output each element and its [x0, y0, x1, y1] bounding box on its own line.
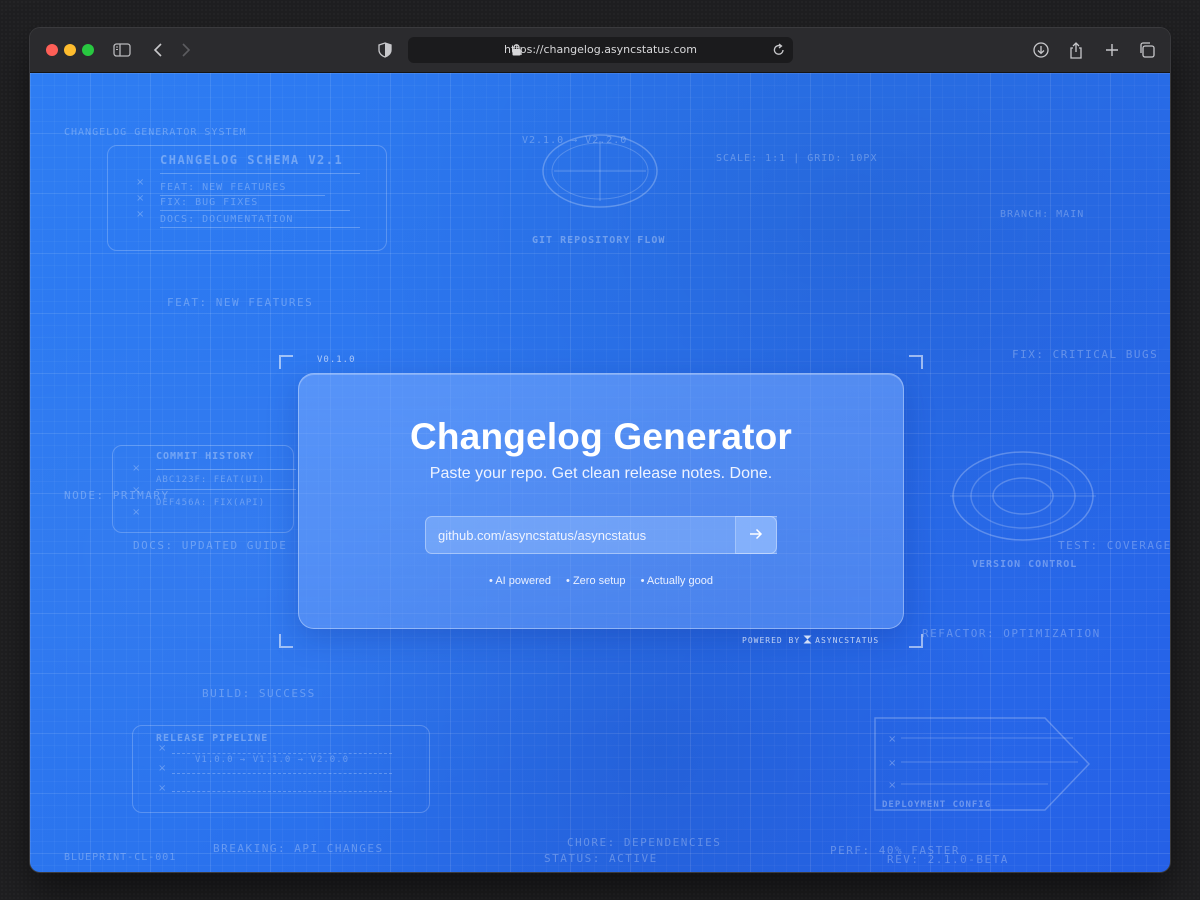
schema-line-3: docs: Documentation	[160, 214, 294, 225]
schema-line-1: feat: New Features	[160, 182, 287, 193]
release-pipeline-title: Release Pipeline	[156, 733, 269, 744]
build-label: build: Success	[202, 687, 316, 700]
back-icon[interactable]	[146, 38, 170, 62]
feature-item: • AI powered	[489, 575, 551, 587]
deployment-config-diagram: × × ×	[874, 717, 1091, 811]
commit-history-title: Commit History	[156, 451, 255, 462]
feature-item: • Actually good	[640, 575, 713, 587]
tab-overview-icon[interactable]	[1135, 38, 1159, 62]
fix-critical-label: fix: Critical Bugs	[1012, 348, 1159, 361]
page-title: Changelog Generator	[409, 416, 793, 457]
test-coverage-label: test: Coverage	[1058, 539, 1170, 552]
url-text: https://changelog.asyncstatus.com	[504, 43, 697, 56]
pipeline-flow: v1.0.0 → v1.1.0 → v2.0.0	[195, 755, 350, 765]
status-label: Status: Active	[544, 852, 658, 865]
address-bar[interactable]: https://changelog.asyncstatus.com	[408, 37, 793, 63]
deployment-config-label: Deployment Config	[882, 800, 992, 810]
repo-url-input[interactable]	[425, 516, 777, 554]
page-subtitle: Paste your repo. Get clean release notes…	[429, 465, 773, 482]
version-tag: V0.1.0	[317, 355, 356, 365]
powered-by-link[interactable]: POWERED BY ASYNCSTATUS	[742, 635, 879, 646]
browser-toolbar: https://changelog.asyncstatus.com	[30, 28, 1170, 73]
chore-label: chore: Dependencies	[567, 836, 722, 849]
corner-bracket-tl	[279, 355, 293, 369]
schema-line-2: fix: Bug Fixes	[160, 197, 259, 208]
feat-label: feat: New Features	[167, 296, 314, 309]
commit-1: abc123f: feat(ui)	[156, 475, 266, 485]
corner-bracket-tr	[909, 355, 923, 369]
schema-title: Changelog Schema v2.1	[160, 153, 344, 167]
branch-label: Branch: main	[1000, 209, 1085, 220]
sidebar-toggle-icon[interactable]	[110, 38, 134, 62]
minimize-window-button[interactable]	[64, 44, 76, 56]
commit-2: def456a: fix(api)	[156, 498, 266, 508]
share-icon[interactable]	[1064, 38, 1088, 62]
forward-icon[interactable]	[174, 38, 198, 62]
brand-name: ASYNCSTATUS	[815, 636, 880, 645]
asyncstatus-logo-icon	[803, 635, 812, 646]
refactor-label: refactor: Optimization	[922, 627, 1101, 640]
docs-updated-label: docs: Updated Guide	[133, 539, 288, 552]
downloads-icon[interactable]	[1029, 38, 1053, 62]
generate-button[interactable]	[735, 516, 777, 554]
corner-bracket-br	[909, 634, 923, 648]
blueprint-id: Blueprint-CL-001	[64, 852, 177, 863]
corner-bracket-bl	[279, 634, 293, 648]
blueprint-system-label: Changelog Generator System	[64, 127, 247, 138]
version-control-diagram	[950, 451, 1096, 541]
feature-list: • AI powered • Zero setup • Actually goo…	[299, 575, 903, 587]
privacy-shield-icon[interactable]	[373, 38, 397, 62]
close-window-button[interactable]	[46, 44, 58, 56]
breaking-label: Breaking: API Changes	[213, 842, 384, 855]
generator-card: Changelog Generator Paste your repo. Get…	[298, 373, 904, 629]
rev-label: Rev: 2.1.0-beta	[887, 853, 1009, 866]
browser-window: https://changelog.asyncstatus.com Change…	[30, 28, 1170, 872]
feature-item: • Zero setup	[566, 575, 626, 587]
svg-text:×: ×	[888, 758, 896, 769]
node-primary-label: Node: Primary	[64, 489, 170, 502]
powered-by-text: POWERED BY	[742, 636, 801, 645]
arrow-right-icon	[749, 528, 763, 543]
zoom-window-button[interactable]	[82, 44, 94, 56]
reload-icon[interactable]	[773, 43, 785, 61]
new-tab-icon[interactable]	[1100, 38, 1124, 62]
page-viewport: Changelog Generator System Changelog Sch…	[30, 73, 1170, 872]
git-flow-label: Git Repository Flow	[532, 235, 666, 246]
svg-text:×: ×	[888, 780, 896, 791]
git-flow-diagram	[542, 134, 658, 208]
svg-text:×: ×	[888, 734, 896, 745]
version-control-label: Version Control	[972, 559, 1078, 570]
scale-label: Scale: 1:1 | Grid: 10px	[716, 153, 878, 164]
